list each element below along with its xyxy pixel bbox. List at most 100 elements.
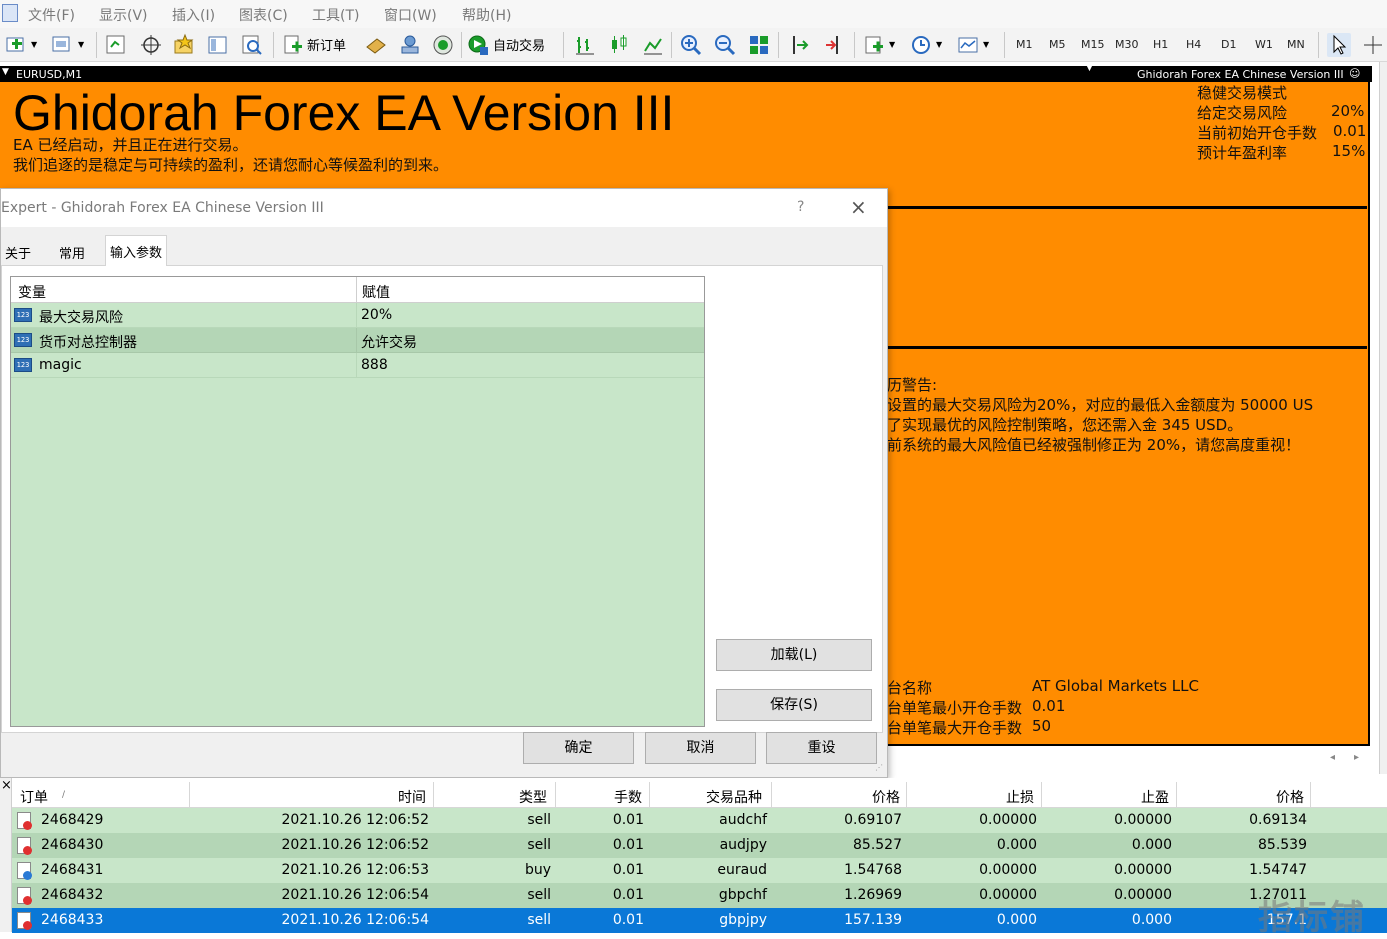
col-current-price[interactable]: 价格 xyxy=(1276,787,1304,807)
templates-icon[interactable] xyxy=(956,33,980,57)
menu-window[interactable]: 窗口(W) xyxy=(384,5,437,25)
dialog-titlebar[interactable]: Expert - Ghidorah Forex EA Chinese Versi… xyxy=(1,189,887,227)
indicators-icon[interactable] xyxy=(862,33,886,57)
param-row[interactable]: 123 magic 888 xyxy=(11,353,704,378)
ok-button[interactable]: 确定 xyxy=(523,732,634,764)
col-price[interactable]: 价格 xyxy=(872,787,900,807)
scroll-left-icon[interactable]: ◂ xyxy=(1330,752,1335,763)
zoom-out-icon[interactable] xyxy=(713,33,737,57)
order-tp: 0.00000 xyxy=(1114,812,1172,828)
load-button[interactable]: 加载(L) xyxy=(716,639,872,671)
new-order-button[interactable]: 新订单 xyxy=(307,35,346,54)
max-lot-label: 台单笔最大开仓手数 xyxy=(887,719,1023,737)
order-time: 2021.10.26 12:06:52 xyxy=(281,837,430,853)
tab-about[interactable]: 关于 xyxy=(1,237,35,265)
timeframe-m5[interactable]: M5 xyxy=(1049,38,1066,51)
auto-trading-button[interactable]: 自动交易 xyxy=(493,35,545,54)
order-sl: 0.00000 xyxy=(979,812,1037,828)
order-price: 1.54768 xyxy=(844,862,902,878)
resize-grip-icon[interactable]: ⋰ xyxy=(875,763,883,772)
col-symbol[interactable]: 交易品种 xyxy=(706,787,762,807)
market-icon[interactable] xyxy=(431,33,455,57)
timeframe-d1[interactable]: D1 xyxy=(1221,38,1236,51)
menu-insert[interactable]: 插入(I) xyxy=(172,5,215,25)
order-tp: 0.00000 xyxy=(1114,862,1172,878)
platform-label: 台名称 xyxy=(887,679,933,697)
signals-icon[interactable] xyxy=(398,33,422,57)
chart-shift-icon[interactable] xyxy=(788,33,812,57)
reset-button[interactable]: 重设 xyxy=(766,732,877,764)
param-row[interactable]: 123 货币对总控制器 允许交易 xyxy=(11,328,704,353)
cursor-icon[interactable] xyxy=(1327,33,1351,57)
col-type[interactable]: 类型 xyxy=(519,787,547,807)
col-lots[interactable]: 手数 xyxy=(614,787,642,807)
app-icon xyxy=(2,4,18,22)
cancel-button[interactable]: 取消 xyxy=(645,732,756,764)
order-id: 2468432 xyxy=(41,887,104,903)
new-order-icon[interactable] xyxy=(281,33,305,57)
navigator-icon[interactable] xyxy=(172,33,196,57)
param-name: magic xyxy=(39,357,82,373)
terminal-side-bar: × xyxy=(0,778,12,932)
col-variable[interactable]: 变量 xyxy=(18,282,46,302)
timeframe-m1[interactable]: M1 xyxy=(1016,38,1033,51)
periods-clock-icon[interactable] xyxy=(909,33,933,57)
tab-common[interactable]: 常用 xyxy=(55,237,89,265)
col-sl[interactable]: 止损 xyxy=(1006,787,1034,807)
crosshair-tool-icon[interactable] xyxy=(1361,33,1385,57)
col-time[interactable]: 时间 xyxy=(398,787,426,807)
order-lots: 0.01 xyxy=(612,887,644,903)
tab-inputs[interactable]: 输入参数 xyxy=(105,235,168,266)
menu-help[interactable]: 帮助(H) xyxy=(462,5,511,25)
col-order[interactable]: 订单 xyxy=(20,787,48,807)
new-chart-icon[interactable] xyxy=(4,33,28,57)
param-value[interactable]: 20% xyxy=(361,307,392,323)
timeframe-w1[interactable]: W1 xyxy=(1255,38,1273,51)
col-value[interactable]: 赋值 xyxy=(362,282,390,302)
order-row[interactable]: 2468431 2021.10.26 12:06:53 buy 0.01 eur… xyxy=(12,858,1387,883)
market-watch-icon[interactable] xyxy=(104,33,128,57)
menu-charts[interactable]: 图表(C) xyxy=(239,5,288,25)
scroll-right-icon[interactable]: ▸ xyxy=(1354,752,1359,763)
zoom-in-icon[interactable] xyxy=(679,33,703,57)
menu-file[interactable]: 文件(F) xyxy=(28,5,75,25)
order-sl: 0.000 xyxy=(996,912,1037,928)
chart-menu-icon[interactable]: ▼ xyxy=(2,67,9,77)
order-row-selected[interactable]: 2468433 2021.10.26 12:06:54 sell 0.01 gb… xyxy=(12,908,1387,933)
sell-order-icon xyxy=(17,812,32,830)
timeframe-mn[interactable]: MN xyxy=(1287,38,1305,51)
menu-view[interactable]: 显示(V) xyxy=(99,5,148,25)
lots-value: 0.01 xyxy=(1333,122,1367,140)
timeframe-h1[interactable]: H1 xyxy=(1153,38,1168,51)
profiles-icon[interactable] xyxy=(50,33,74,57)
order-row[interactable]: 2468430 2021.10.26 12:06:52 sell 0.01 au… xyxy=(12,833,1387,858)
metaeditor-icon[interactable] xyxy=(364,33,388,57)
sell-order-icon xyxy=(17,837,32,855)
right-scrollbar[interactable] xyxy=(1379,62,1387,774)
auto-trading-icon[interactable] xyxy=(466,33,490,57)
order-row[interactable]: 2468432 2021.10.26 12:06:54 sell 0.01 gb… xyxy=(12,883,1387,908)
line-chart-icon[interactable] xyxy=(641,33,665,57)
order-row[interactable]: 2468429 2021.10.26 12:06:52 sell 0.01 au… xyxy=(12,808,1387,833)
terminal-icon[interactable] xyxy=(206,33,230,57)
param-row[interactable]: 123 最大交易风险 20% xyxy=(11,303,704,328)
timeframe-h4[interactable]: H4 xyxy=(1186,38,1201,51)
expert-smiley-icon[interactable]: ☺ xyxy=(1349,67,1360,80)
bar-chart-icon[interactable] xyxy=(573,33,597,57)
param-value[interactable]: 允许交易 xyxy=(361,332,417,352)
menu-tools[interactable]: 工具(T) xyxy=(312,5,359,25)
tile-windows-icon[interactable] xyxy=(747,33,771,57)
col-tp[interactable]: 止盈 xyxy=(1141,787,1169,807)
strategy-tester-icon[interactable] xyxy=(240,33,264,57)
timeframe-m15[interactable]: M15 xyxy=(1081,38,1105,51)
param-value[interactable]: 888 xyxy=(361,357,388,373)
autoscroll-icon[interactable] xyxy=(823,33,847,57)
close-icon[interactable]: × xyxy=(850,195,867,219)
timeframe-m30[interactable]: M30 xyxy=(1115,38,1139,51)
help-button[interactable]: ? xyxy=(797,199,804,215)
candlestick-icon[interactable] xyxy=(607,33,631,57)
save-button[interactable]: 保存(S) xyxy=(716,689,872,721)
warning-title: 历警告: xyxy=(887,376,938,394)
terminal-close-icon[interactable]: × xyxy=(1,778,12,793)
crosshair-icon[interactable] xyxy=(139,33,163,57)
